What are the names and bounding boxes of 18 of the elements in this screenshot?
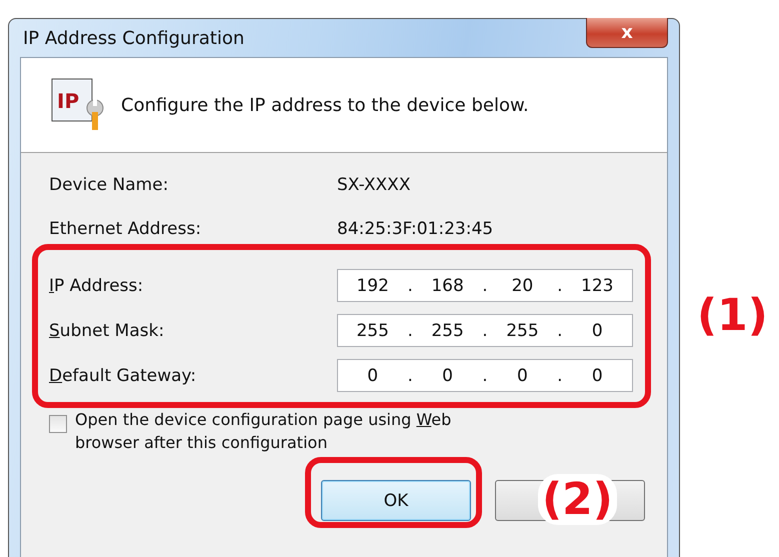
close-button[interactable]: x <box>586 18 668 48</box>
field-label: Subnet Mask: <box>49 320 166 340</box>
ip-address-field[interactable]: 192 . 168 . 20 . 123 <box>337 269 633 302</box>
ip-address-field[interactable]: 0 . 0 . 0 . 0 <box>337 359 633 392</box>
info-label: Ethernet Address: <box>49 219 202 239</box>
info-label: Device Name: <box>49 175 170 195</box>
checkbox[interactable] <box>49 415 67 433</box>
ip-address-field[interactable]: 255 . 255 . 255 . 0 <box>337 314 633 347</box>
info-value: SX-XXXX <box>337 175 410 195</box>
checkbox-label[interactable]: Open the device configuration page using Web browser after this configuration <box>75 408 495 454</box>
info-value: 84:25:3F:01:23:45 <box>337 219 494 239</box>
instruction-text: Configure the IP address to the device below. <box>121 94 529 116</box>
window-title: IP Address Configuration <box>22 28 244 48</box>
callout-label: (1) <box>696 290 769 341</box>
callout-tooltip: (2) <box>538 474 617 525</box>
field-label: IP Address: <box>49 276 144 296</box>
ok-button[interactable]: OK <box>321 480 471 521</box>
field-label: Default Gateway: <box>49 366 198 386</box>
